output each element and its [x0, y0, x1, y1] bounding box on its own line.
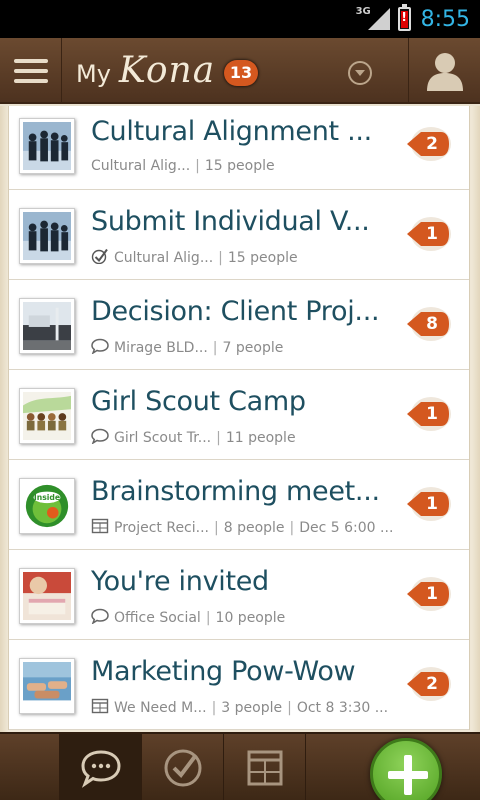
item-thumbnail	[19, 388, 75, 444]
tab-conversations[interactable]	[60, 734, 142, 800]
separator: |	[289, 520, 295, 536]
unread-count-badge: 8	[403, 306, 451, 342]
item-thumbnail	[19, 208, 75, 264]
list-item[interactable]: Cultural Alignment ... Cultural Alig... | 1…	[9, 106, 469, 190]
calendar-icon	[91, 518, 114, 538]
item-subtitle: Mirage BLD... | 7 people	[91, 338, 283, 358]
item-thumbnail	[19, 118, 75, 174]
hamburger-icon	[13, 59, 48, 63]
item-date: Oct 8 3:30 ...	[296, 700, 389, 716]
check-icon	[91, 248, 114, 268]
chat-icon	[91, 428, 114, 448]
item-title: Submit Individual V...	[91, 206, 370, 237]
unread-count-badge: 1	[403, 396, 451, 432]
unread-count-badge: 1	[403, 486, 451, 522]
item-context: Mirage BLD...	[114, 340, 208, 356]
item-context: Office Social	[114, 610, 201, 626]
battery-icon: !	[397, 4, 411, 31]
unread-count-badge: 2	[403, 126, 451, 162]
tasks-icon	[164, 749, 201, 787]
separator: |	[205, 610, 211, 626]
brand-logo: My Kona	[76, 50, 216, 91]
item-people-count: 8 people	[223, 520, 285, 536]
separator: |	[212, 340, 218, 356]
signal-icon: 3G	[356, 6, 390, 32]
separator: |	[214, 520, 219, 536]
notification-count-badge[interactable]: 13	[224, 60, 258, 86]
item-subtitle: Project Reci... | 8 people | Dec 5 6:00 ...	[91, 518, 393, 538]
item-subtitle: Cultural Alig... | 15 people	[91, 158, 275, 174]
conversations-icon	[80, 750, 121, 788]
item-context: Cultural Alig...	[114, 250, 214, 266]
item-people-count: 3 people	[221, 700, 283, 716]
list-item[interactable]: Girl Scout Camp Girl Scout Tr... | 11 peopl…	[9, 370, 469, 460]
item-title: You're invited	[91, 566, 269, 597]
menu-button[interactable]	[0, 38, 62, 104]
item-context: Cultural Alig...	[91, 158, 191, 174]
separator: |	[287, 700, 292, 716]
separator: |	[195, 158, 200, 174]
item-context: We Need M...	[114, 700, 207, 716]
unread-count-badge: 2	[403, 666, 451, 702]
item-context: Girl Scout Tr...	[114, 430, 212, 446]
separator: |	[216, 430, 221, 446]
item-thumbnail	[19, 658, 75, 714]
item-people-count: 15 people	[227, 250, 298, 266]
tab-calendar[interactable]	[224, 734, 306, 800]
app-bar: My Kona 13	[0, 38, 480, 104]
item-subtitle: Office Social | 10 people	[91, 608, 285, 628]
separator: |	[218, 250, 223, 266]
clock: 8:55	[420, 6, 470, 32]
list-item[interactable]: Decision: Client Proj... Mirage BLD... | 7 …	[9, 280, 469, 370]
list-item[interactable]: Marketing Pow-Wow We Need M... | 3 people | O…	[9, 640, 469, 730]
status-bar: 3G ! 8:55	[0, 0, 480, 38]
item-people-count: 11 people	[225, 430, 296, 446]
item-title: Decision: Client Proj...	[91, 296, 380, 327]
item-thumbnail: Inside	[19, 478, 75, 534]
unread-count-badge: 1	[403, 216, 451, 252]
item-title: Girl Scout Camp	[91, 386, 306, 417]
item-subtitle: We Need M... | 3 people | Oct 8 3:30 ...	[91, 698, 388, 718]
list-item[interactable]: Inside Brainstorming meet... Project Reci.…	[9, 460, 469, 550]
calendar-icon	[247, 750, 282, 786]
item-thumbnail	[19, 298, 75, 354]
tab-tasks[interactable]	[142, 734, 224, 800]
item-context: Project Reci...	[114, 520, 209, 536]
item-thumbnail	[19, 568, 75, 624]
item-title: Cultural Alignment ...	[91, 116, 372, 147]
separator: |	[211, 700, 217, 716]
svg-text:Inside: Inside	[34, 493, 60, 502]
list-item[interactable]: You're invited Office Social | 10 people 1	[9, 550, 469, 640]
chat-icon	[91, 338, 114, 358]
list-item[interactable]: Submit Individual V... Cultural Alig... | 1…	[9, 190, 469, 280]
chat-icon	[91, 608, 114, 628]
item-title: Brainstorming meet...	[91, 476, 380, 507]
item-people-count: 15 people	[204, 158, 275, 174]
item-subtitle: Girl Scout Tr... | 11 people	[91, 428, 296, 448]
add-button[interactable]	[370, 738, 442, 800]
chevron-down-icon[interactable]	[348, 61, 372, 85]
unread-count-badge: 1	[403, 576, 451, 612]
item-date: Dec 5 6:00 ...	[299, 520, 394, 536]
person-icon	[426, 53, 463, 91]
item-subtitle: Cultural Alig... | 15 people	[91, 248, 298, 268]
item-title: Marketing Pow-Wow	[91, 656, 356, 687]
profile-button[interactable]	[408, 38, 480, 104]
item-people-count: 10 people	[215, 610, 286, 626]
conversation-list[interactable]: Cultural Alignment ... Cultural Alig... | 1…	[0, 106, 480, 732]
calendar-icon	[91, 698, 114, 718]
item-people-count: 7 people	[222, 340, 284, 356]
